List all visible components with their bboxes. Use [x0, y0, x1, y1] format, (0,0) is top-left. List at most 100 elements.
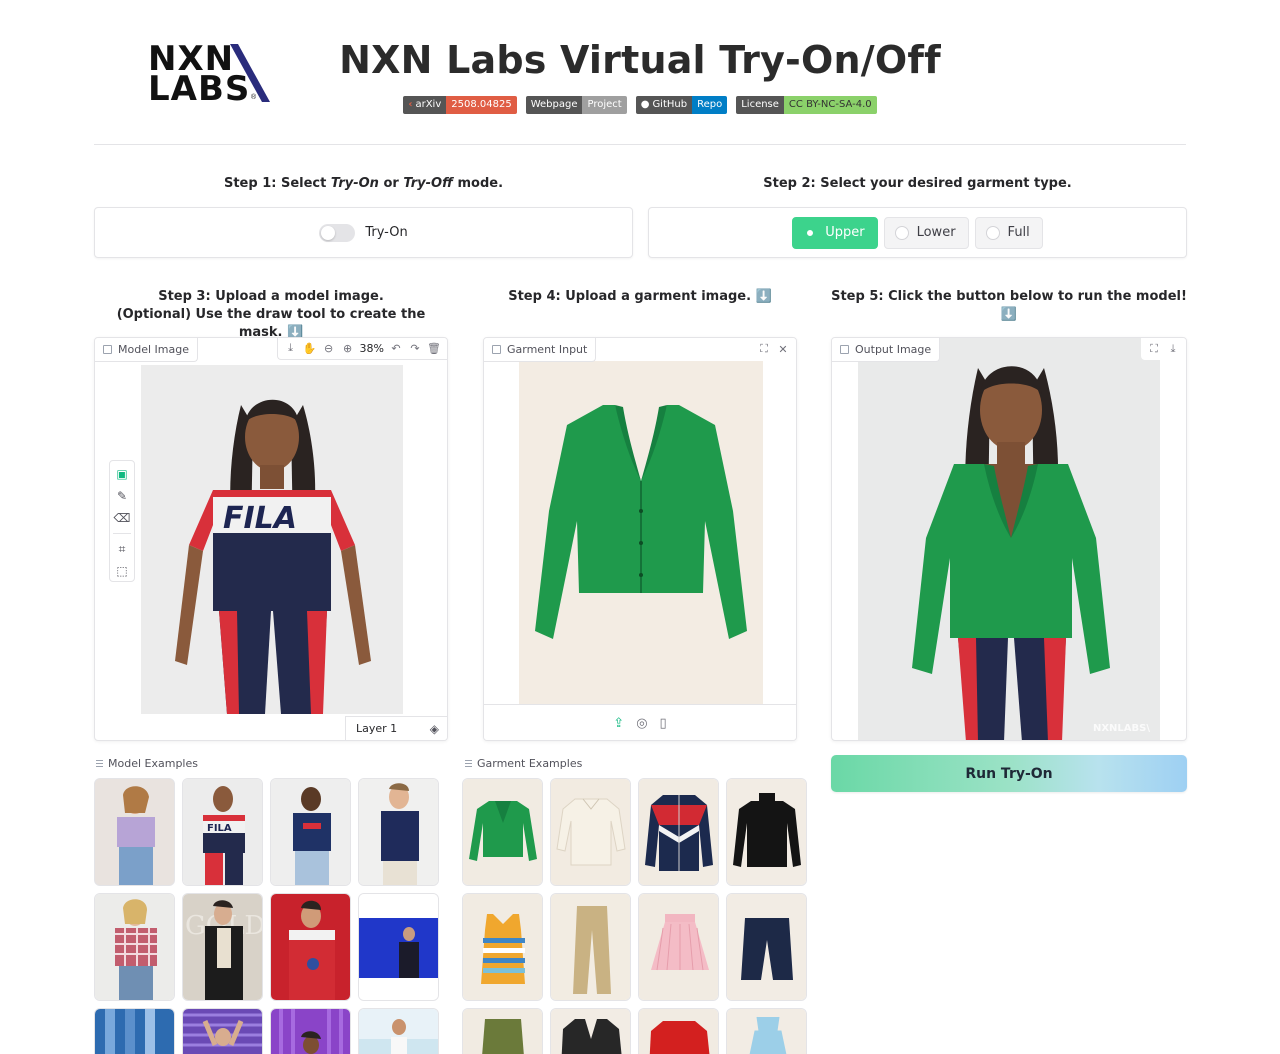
- garment-input[interactable]: Garment Input ⛶ ✕ ⇪ ◎ ▯: [483, 337, 797, 741]
- clipboard-icon[interactable]: ▯: [660, 715, 667, 731]
- download-icon[interactable]: ⤓: [284, 342, 298, 356]
- output-watermark: NXNLABS\: [1092, 723, 1150, 734]
- garment-example-thumb[interactable]: [638, 893, 719, 1001]
- image-tool-icon[interactable]: ▣: [114, 465, 130, 483]
- webpage-badge[interactable]: Webpage Project: [525, 96, 627, 114]
- garment-type-upper[interactable]: Upper: [792, 216, 878, 249]
- run-try-on-button[interactable]: Run Try-On: [831, 755, 1187, 792]
- garment-type-lower[interactable]: Lower: [883, 216, 969, 249]
- mode-toggle-label: Try-On: [365, 225, 408, 240]
- mode-toggle-switch[interactable]: [319, 223, 356, 242]
- garment-type-full[interactable]: Full: [974, 216, 1043, 249]
- draw-tools-bar: ▣ ✎ ⌫ ⌗ ⬚: [109, 460, 135, 582]
- eraser-tool-icon[interactable]: ⌫: [114, 509, 131, 527]
- step1-suffix: mode.: [452, 176, 504, 191]
- model-example-1-illustration: [95, 779, 174, 885]
- model-examples-label-text: Model Examples: [108, 757, 198, 770]
- step2-title: Step 2: Select your desired garment type…: [763, 176, 1072, 191]
- model-example-thumb[interactable]: [94, 778, 175, 886]
- model-figure-illustration: FILA: [141, 365, 403, 714]
- badge-row: ‹ arXiv 2508.04825 Webpage Project ● GitHu…: [0, 96, 1280, 114]
- undo-icon[interactable]: ↶: [389, 342, 403, 356]
- garment-input-toolbar: ⛶ ✕: [751, 338, 796, 360]
- upload-icon[interactable]: ⇪: [613, 715, 624, 731]
- license-badge-right: CC BY-NC-SA-4.0: [783, 96, 877, 114]
- garment-example-thumb[interactable]: [550, 778, 631, 886]
- model-example-thumb[interactable]: GOLDE: [182, 893, 263, 1001]
- arxiv-badge[interactable]: ‹ arXiv 2508.04825: [403, 96, 517, 114]
- redo-icon[interactable]: ↷: [408, 342, 422, 356]
- tools-divider: [113, 533, 131, 534]
- step1-prefix: Step 1: Select: [223, 176, 331, 191]
- output-image: Output Image ⛶ ⤓ NXNLABS\: [831, 337, 1187, 741]
- image-icon: [492, 345, 501, 354]
- model-image-editor[interactable]: Model Image ⤓ ✋ ⊖ ⊕ 38% ↶ ↷ 🗑 FILA ▣ ✎ ⌫…: [94, 337, 448, 741]
- garment-example-8-illustration: [727, 894, 806, 1000]
- garment-input-label-text: Garment Input: [507, 343, 588, 356]
- model-example-thumb[interactable]: [270, 893, 351, 1001]
- garment-upload-bar: ⇪ ◎ ▯: [484, 704, 796, 740]
- model-example-thumb[interactable]: FILA: [182, 778, 263, 886]
- crop-tool-icon[interactable]: ⌗: [114, 540, 130, 558]
- list-icon: [96, 760, 103, 767]
- output-figure-illustration: [858, 338, 1160, 740]
- license-badge[interactable]: License CC BY-NC-SA-4.0: [736, 96, 877, 114]
- step1-opt1: Try-On: [330, 176, 379, 191]
- model-example-10-illustration: [183, 1009, 262, 1054]
- step1-title: Step 1: Select Try-On or Try-Off mode.: [94, 176, 633, 191]
- radio-dot: [803, 225, 818, 240]
- garment-examples-label: Garment Examples: [465, 757, 582, 770]
- mode-toggle-panel: Try-On: [94, 207, 633, 258]
- garment-example-thumb[interactable]: [462, 778, 543, 886]
- github-badge-left: GitHub: [652, 99, 688, 110]
- list-icon: [465, 760, 472, 767]
- garment-example-thumb[interactable]: [638, 778, 719, 886]
- garment-photo: [519, 361, 763, 705]
- garment-example-thumb[interactable]: [550, 893, 631, 1001]
- model-examples-label: Model Examples: [96, 757, 198, 770]
- close-icon[interactable]: ✕: [776, 342, 790, 356]
- fullscreen-icon[interactable]: ⛶: [757, 342, 771, 356]
- github-badge[interactable]: ● GitHub Repo: [635, 96, 728, 114]
- download-icon[interactable]: ⤓: [1166, 342, 1180, 356]
- resize-tool-icon[interactable]: ⬚: [114, 562, 130, 580]
- fullscreen-icon[interactable]: ⛶: [1147, 342, 1161, 356]
- zoom-out-icon[interactable]: ⊖: [322, 342, 336, 356]
- model-example-5-illustration: [95, 894, 174, 1000]
- model-example-thumb[interactable]: [94, 893, 175, 1001]
- model-example-thumb[interactable]: [270, 778, 351, 886]
- output-image-label: Output Image: [832, 338, 941, 362]
- github-icon: ●: [640, 99, 650, 110]
- garment-example-2-illustration: [551, 779, 630, 885]
- model-example-4-illustration: [359, 779, 438, 885]
- garment-example-thumb[interactable]: [726, 1008, 807, 1054]
- garment-example-6-illustration: [551, 894, 630, 1000]
- zoom-level: 38%: [359, 342, 384, 355]
- garment-example-thumb[interactable]: [726, 778, 807, 886]
- garment-example-5-illustration: [463, 894, 542, 1000]
- garment-example-4-illustration: [727, 779, 806, 885]
- model-example-11-illustration: [271, 1009, 350, 1054]
- garment-example-thumb[interactable]: [726, 893, 807, 1001]
- layers-icon: ◈: [429, 721, 439, 736]
- garment-example-11-illustration: [639, 1009, 718, 1054]
- model-example-8-illustration: [359, 894, 438, 1000]
- model-example-thumb[interactable]: [358, 1008, 439, 1054]
- brush-tool-icon[interactable]: ✎: [114, 487, 130, 505]
- model-example-thumb[interactable]: [358, 778, 439, 886]
- model-example-thumb[interactable]: [182, 1008, 263, 1054]
- garment-example-thumb[interactable]: [550, 1008, 631, 1054]
- garment-example-thumb[interactable]: [638, 1008, 719, 1054]
- layer-selector[interactable]: Layer 1 ◈: [345, 716, 447, 740]
- garment-example-thumb[interactable]: [462, 1008, 543, 1054]
- zoom-in-icon[interactable]: ⊕: [341, 342, 355, 356]
- model-example-thumb[interactable]: [94, 1008, 175, 1054]
- trash-icon[interactable]: 🗑: [427, 342, 441, 356]
- model-example-thumb[interactable]: [358, 893, 439, 1001]
- pan-hand-icon[interactable]: ✋: [303, 342, 317, 356]
- model-example-3-illustration: [271, 779, 350, 885]
- webpage-badge-right: Project: [582, 96, 627, 114]
- webcam-icon[interactable]: ◎: [636, 715, 647, 731]
- garment-example-thumb[interactable]: [462, 893, 543, 1001]
- model-example-thumb[interactable]: [270, 1008, 351, 1054]
